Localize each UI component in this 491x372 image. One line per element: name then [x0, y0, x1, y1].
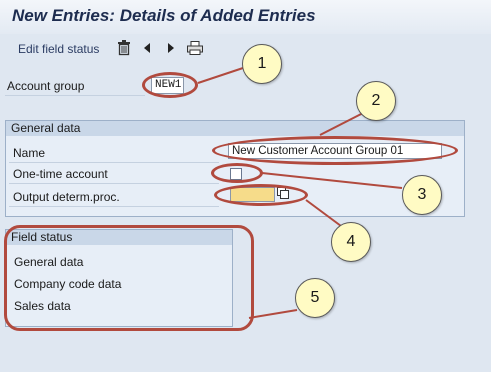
callout-2: 2 [356, 81, 396, 121]
highlight-oval-one-time [211, 163, 263, 183]
callout-1: 1 [242, 44, 282, 84]
callout-4: 4 [331, 222, 371, 262]
callout-5: 5 [295, 278, 335, 318]
highlight-oval-name [212, 136, 458, 165]
highlight-box-field-status [4, 225, 254, 331]
callout-3: 3 [402, 175, 442, 215]
highlight-oval-account-group [142, 72, 198, 98]
highlight-oval-output [214, 184, 308, 206]
